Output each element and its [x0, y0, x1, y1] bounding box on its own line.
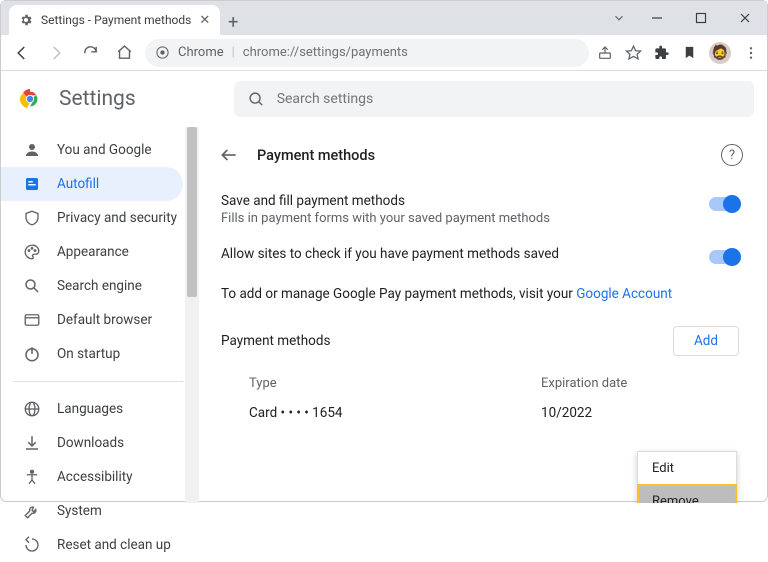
- sidebar-label: Languages: [57, 401, 123, 417]
- extensions-icon[interactable]: [654, 45, 670, 61]
- sidebar-item-you-and-google[interactable]: You and Google: [1, 133, 183, 167]
- bookmark-star-icon[interactable]: [625, 44, 642, 61]
- maximize-button[interactable]: [679, 1, 723, 35]
- sidebar-item-on-startup[interactable]: On startup: [1, 337, 183, 371]
- payment-method-row[interactable]: Card • • • • 1654 10/2022: [221, 405, 739, 421]
- main-content: Payment methods ? Save and fill payment …: [199, 127, 767, 503]
- sidebar-label: Accessibility: [57, 469, 133, 485]
- shield-icon: [23, 209, 41, 227]
- setting-title: Save and fill payment methods: [221, 193, 709, 209]
- browser-icon: [23, 311, 41, 329]
- download-icon: [23, 434, 41, 452]
- manage-gpay-row: To add or manage Google Pay payment meth…: [217, 274, 743, 320]
- context-menu-remove[interactable]: Remove: [638, 485, 736, 503]
- scrollbar-thumb[interactable]: [187, 127, 197, 297]
- bookmark-flag-icon[interactable]: [682, 45, 697, 60]
- omnibox-chip: Chrome: [178, 45, 224, 60]
- payment-methods-table: Type Expiration date Card • • • • 1654 1…: [217, 370, 743, 421]
- search-settings[interactable]: [234, 81, 754, 117]
- wrench-icon: [23, 502, 41, 520]
- window-controls: [603, 1, 767, 35]
- profile-avatar[interactable]: 🧔: [709, 42, 731, 64]
- browser-tab[interactable]: Settings - Payment methods ✕: [9, 5, 220, 35]
- add-button[interactable]: Add: [673, 326, 739, 356]
- sidebar-item-downloads[interactable]: Downloads: [1, 426, 183, 460]
- sidebar-label: Privacy and security: [57, 210, 177, 226]
- sidebar-item-system[interactable]: System: [1, 494, 183, 528]
- sidebar-label: Appearance: [57, 244, 129, 260]
- back-button[interactable]: [9, 40, 35, 66]
- sidebar-label: Downloads: [57, 435, 124, 451]
- restore-icon: [23, 536, 41, 554]
- sidebar-label: Default browser: [57, 312, 152, 328]
- chrome-logo-icon: [19, 88, 41, 110]
- page-title: Payment methods: [257, 147, 705, 164]
- settings-sidebar: You and Google Autofill Privacy and secu…: [1, 127, 199, 503]
- tab-title: Settings - Payment methods: [41, 13, 191, 27]
- browser-toolbar: Chrome | chrome://settings/payments 🧔: [1, 35, 767, 71]
- sidebar-separator: [13, 381, 183, 382]
- setting-allow-check: Allow sites to check if you have payment…: [217, 236, 743, 274]
- sidebar-item-accessibility[interactable]: Accessibility: [1, 460, 183, 494]
- payment-methods-heading: Payment methods: [221, 333, 673, 349]
- col-expiration: Expiration date: [541, 376, 739, 391]
- sidebar-label: Search engine: [57, 278, 142, 294]
- sidebar-item-autofill[interactable]: Autofill: [1, 167, 183, 201]
- autofill-icon: [23, 175, 41, 193]
- context-menu: Edit Remove: [637, 451, 737, 503]
- search-input[interactable]: [277, 91, 740, 107]
- close-icon[interactable]: ✕: [199, 13, 210, 28]
- setting-save-fill: Save and fill payment methods Fills in p…: [217, 183, 743, 236]
- gear-icon: [19, 13, 33, 27]
- sidebar-label: System: [57, 503, 102, 519]
- help-icon[interactable]: ?: [721, 144, 743, 166]
- menu-dots-icon[interactable]: [743, 45, 759, 61]
- search-icon: [248, 91, 265, 108]
- page-back-button[interactable]: [217, 143, 241, 167]
- sidebar-label: On startup: [57, 346, 120, 362]
- forward-button[interactable]: [43, 40, 69, 66]
- accessibility-icon: [23, 468, 41, 486]
- settings-header: Settings: [1, 71, 767, 127]
- person-icon: [23, 141, 41, 159]
- reload-button[interactable]: [77, 40, 103, 66]
- sidebar-item-reset[interactable]: Reset and clean up: [1, 528, 183, 562]
- globe-icon: [23, 400, 41, 418]
- manage-text: To add or manage Google Pay payment meth…: [221, 286, 576, 302]
- omnibox-url: chrome://settings/payments: [243, 45, 408, 60]
- app-title: Settings: [59, 87, 136, 111]
- window-titlebar: Settings - Payment methods ✕ +: [1, 1, 767, 35]
- sidebar-label: You and Google: [57, 142, 152, 158]
- chevron-down-icon[interactable]: [603, 1, 635, 35]
- sidebar-item-default-browser[interactable]: Default browser: [1, 303, 183, 337]
- setting-subtitle: Fills in payment forms with your saved p…: [221, 211, 709, 226]
- toggle-allow-check[interactable]: [709, 250, 739, 264]
- close-window-button[interactable]: [723, 1, 767, 35]
- cell-expiration: 10/2022: [541, 405, 739, 421]
- toggle-save-fill[interactable]: [709, 197, 739, 211]
- palette-icon: [23, 243, 41, 261]
- sidebar-scrollbar[interactable]: [185, 127, 199, 503]
- minimize-button[interactable]: [635, 1, 679, 35]
- address-bar[interactable]: Chrome | chrome://settings/payments: [145, 39, 589, 67]
- sidebar-label: Reset and clean up: [57, 537, 171, 553]
- sidebar-item-appearance[interactable]: Appearance: [1, 235, 183, 269]
- context-menu-edit[interactable]: Edit: [638, 452, 736, 485]
- setting-title: Allow sites to check if you have payment…: [221, 246, 709, 262]
- sidebar-item-privacy[interactable]: Privacy and security: [1, 201, 183, 235]
- chrome-chip-icon: [155, 45, 170, 60]
- share-icon[interactable]: [597, 45, 613, 61]
- google-account-link[interactable]: Google Account: [576, 286, 672, 302]
- sidebar-label: Autofill: [57, 176, 99, 192]
- home-button[interactable]: [111, 40, 137, 66]
- search-icon: [23, 277, 41, 295]
- power-icon: [23, 345, 41, 363]
- cell-type: Card • • • • 1654: [221, 405, 541, 421]
- new-tab-button[interactable]: +: [220, 9, 246, 35]
- col-type: Type: [221, 376, 541, 391]
- sidebar-item-search-engine[interactable]: Search engine: [1, 269, 183, 303]
- sidebar-item-languages[interactable]: Languages: [1, 392, 183, 426]
